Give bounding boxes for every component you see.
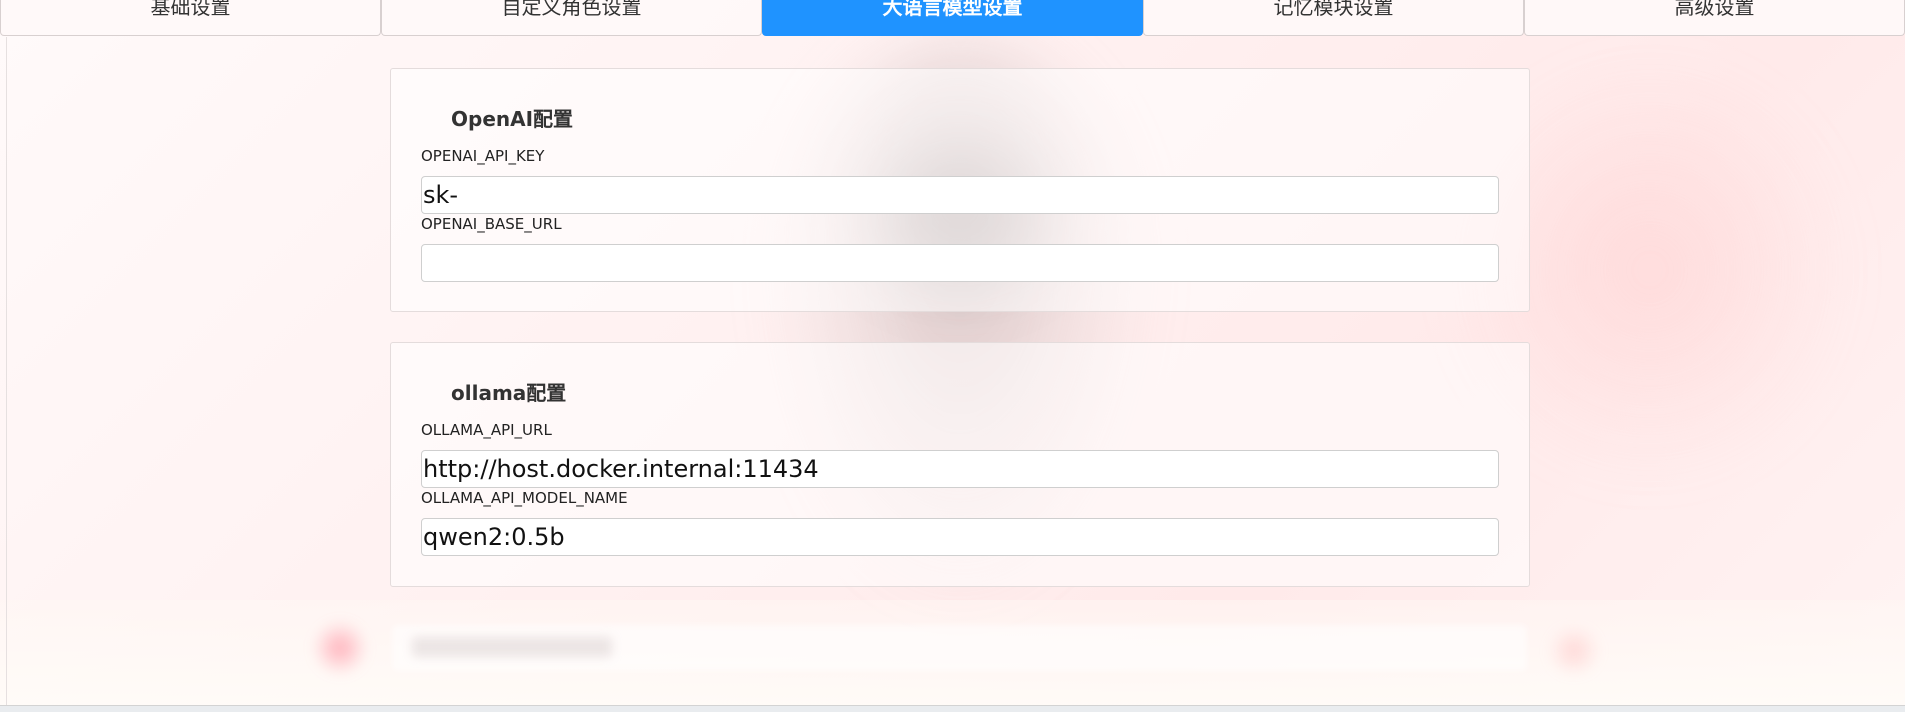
tab-label: 基础设置	[150, 0, 231, 19]
openai-config-card: OpenAI配置 OPENAI_API_KEY OPENAI_BASE_URL	[390, 68, 1530, 312]
ollama-config-title: ollama配置	[451, 381, 567, 405]
tab-custom-character-settings[interactable]: 自定义角色设置	[381, 0, 762, 36]
openai-api-key-input[interactable]	[421, 176, 1499, 214]
tab-label: 大语言模型设置	[882, 0, 1023, 19]
tab-memory-module-settings[interactable]: 记忆模块设置	[1143, 0, 1524, 36]
openai-base-url-input[interactable]	[421, 244, 1499, 282]
openai-config-title: OpenAI配置	[451, 107, 574, 131]
openai-base-url-label: OPENAI_BASE_URL	[421, 215, 562, 233]
tab-label: 高级设置	[1674, 0, 1755, 19]
tab-advanced-settings[interactable]: 高级设置	[1524, 0, 1905, 36]
tab-basic-settings[interactable]: 基础设置	[0, 0, 381, 36]
tab-label: 记忆模块设置	[1273, 0, 1394, 19]
tab-llm-settings[interactable]: 大语言模型设置	[762, 0, 1143, 36]
blurred-chat-placeholder	[412, 637, 612, 657]
ollama-model-name-label: OLLAMA_API_MODEL_NAME	[421, 489, 628, 507]
ollama-config-card: ollama配置 OLLAMA_API_URL OLLAMA_API_MODEL…	[390, 342, 1530, 587]
window-bottom-edge	[0, 705, 1905, 712]
tab-label: 自定义角色设置	[501, 0, 642, 19]
ollama-api-url-input[interactable]	[421, 450, 1499, 488]
openai-api-key-label: OPENAI_API_KEY	[421, 147, 545, 165]
ollama-model-name-input[interactable]	[421, 518, 1499, 556]
ollama-api-url-label: OLLAMA_API_URL	[421, 421, 552, 439]
panel-left-border	[6, 37, 7, 707]
app-root: 基础设置 自定义角色设置 大语言模型设置 记忆模块设置 高级设置 OpenAI配…	[0, 0, 1905, 712]
settings-tab-bar: 基础设置 自定义角色设置 大语言模型设置 记忆模块设置 高级设置	[0, 0, 1905, 37]
